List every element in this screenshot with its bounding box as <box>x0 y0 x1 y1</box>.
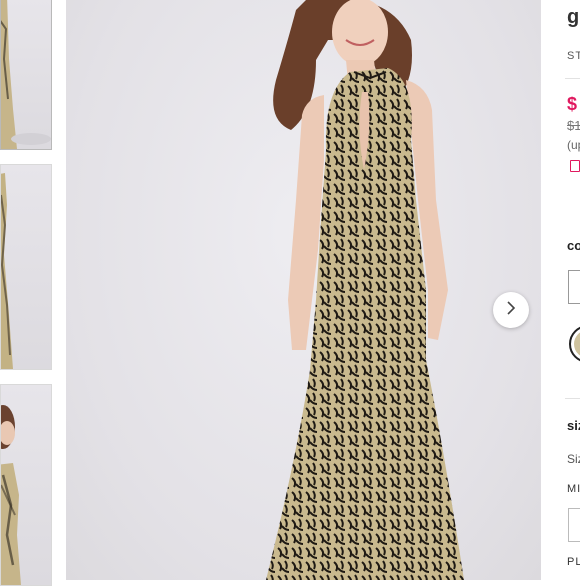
size-label: siz <box>567 418 580 433</box>
size-option-label: MI <box>567 483 580 495</box>
product-info-panel: g ST $ $1 (up co siz Siz MI PL <box>565 0 580 580</box>
size-option-box[interactable] <box>568 508 580 542</box>
tag-icon <box>570 160 580 172</box>
bottom-label: PL <box>567 556 580 568</box>
thumbnail-strip <box>0 0 52 586</box>
chevron-right-icon <box>504 300 518 320</box>
thumbnail-3[interactable] <box>0 384 52 586</box>
original-price: $1 <box>567 118 580 133</box>
divider <box>565 398 580 399</box>
color-label: co <box>567 238 580 253</box>
divider <box>565 78 580 79</box>
product-title: g <box>567 6 580 28</box>
style-number: ST <box>567 50 580 62</box>
thumbnail-1[interactable] <box>0 0 52 150</box>
color-swatch-gold[interactable] <box>569 325 580 363</box>
price-note: (up <box>567 138 580 152</box>
sale-price: $ <box>567 94 578 114</box>
next-image-button[interactable] <box>493 292 529 328</box>
thumbnail-2[interactable] <box>0 164 52 370</box>
size-guide-link[interactable]: Siz <box>567 452 580 466</box>
main-product-image <box>66 0 541 580</box>
color-select-box[interactable] <box>568 270 580 304</box>
